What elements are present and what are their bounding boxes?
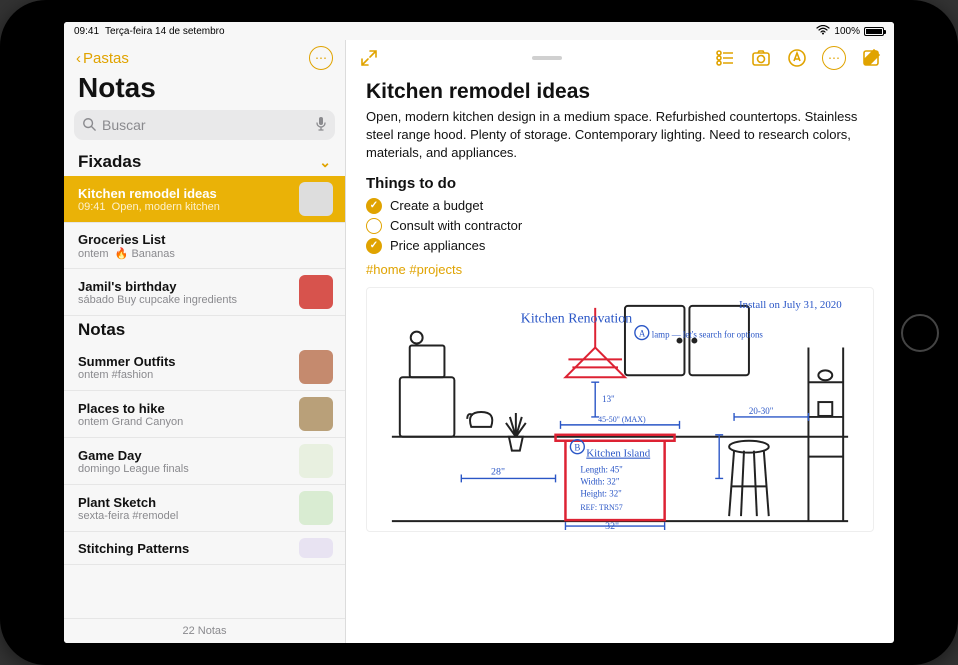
checklist-icon[interactable] (714, 47, 736, 69)
svg-text:Height: 32": Height: 32" (580, 488, 622, 498)
status-date: Terça-feira 14 de setembro (105, 26, 225, 37)
ellipsis-icon: ⋯ (315, 51, 327, 65)
list-item[interactable]: Stitching Patterns (64, 532, 345, 565)
battery-pct: 100% (834, 26, 860, 37)
item-sub: sábado Buy cupcake ingredients (78, 294, 291, 306)
svg-text:Width: 32": Width: 32" (580, 476, 620, 486)
svg-text:20-30": 20-30" (749, 406, 774, 416)
notes-list: Summer Outfitsontem #fashion Places to h… (64, 344, 345, 565)
list-item[interactable]: Places to hikeontem Grand Canyon (64, 391, 345, 438)
todo-label: Price appliances (390, 238, 485, 253)
item-thumb (299, 397, 333, 431)
status-time: 09:41 (74, 26, 99, 37)
list-item[interactable]: Jamil's birthday sábado Buy cupcake ingr… (64, 269, 345, 316)
item-thumb (299, 491, 333, 525)
note-content[interactable]: Kitchen remodel ideas Open, modern kitch… (346, 76, 894, 643)
svg-text:Length: 45": Length: 45" (580, 464, 623, 474)
checkbox-checked-icon[interactable] (366, 198, 382, 214)
item-sub: ontem 🔥 Bananas (78, 247, 333, 260)
svg-text:Kitchen Renovation: Kitchen Renovation (521, 311, 632, 326)
list-item[interactable]: Plant Sketchsexta-feira #remodel (64, 485, 345, 532)
list-item[interactable]: Summer Outfitsontem #fashion (64, 344, 345, 391)
svg-text:13": 13" (602, 394, 615, 404)
svg-text:REF: TRN57: REF: TRN57 (580, 503, 622, 512)
sidebar-footer: 22 Notas (64, 618, 345, 643)
item-title: Game Day (78, 448, 291, 463)
item-title: Stitching Patterns (78, 541, 291, 556)
chevron-left-icon: ‹ (76, 50, 81, 67)
item-title: Summer Outfits (78, 354, 291, 369)
list-item[interactable]: Game Daydomingo League finals (64, 438, 345, 485)
item-thumb (299, 275, 333, 309)
item-sub: ontem Grand Canyon (78, 416, 291, 428)
todo-label: Consult with contractor (390, 218, 522, 233)
search-placeholder: Buscar (102, 117, 146, 133)
chevron-down-icon: ⌄ (319, 154, 331, 171)
todo-label: Create a budget (390, 198, 483, 213)
section-pinned-header[interactable]: Fixadas ⌄ (64, 148, 345, 176)
more-options-button[interactable]: ⋯ (309, 46, 333, 70)
expand-icon[interactable] (358, 47, 380, 69)
ellipsis-icon: ⋯ (828, 51, 840, 65)
checkbox-checked-icon[interactable] (366, 238, 382, 254)
svg-text:A: A (639, 328, 646, 338)
item-sub: domingo League finals (78, 463, 291, 475)
svg-text:Kitchen Island: Kitchen Island (586, 447, 650, 459)
svg-text:32": 32" (605, 521, 619, 531)
item-title: Places to hike (78, 401, 291, 416)
search-icon (82, 117, 96, 134)
item-title: Plant Sketch (78, 495, 291, 510)
item-thumb (299, 444, 333, 478)
svg-text:lamp — let's search for option: lamp — let's search for options (652, 329, 764, 339)
svg-text:28": 28" (491, 466, 505, 477)
item-sub: 09:41 Open, modern kitchen (78, 201, 291, 213)
section-notes-header[interactable]: Notas (64, 316, 345, 344)
mic-icon[interactable] (315, 116, 327, 135)
compose-icon[interactable] (860, 47, 882, 69)
note-toolbar: ⋯ (346, 40, 894, 76)
section-notes-label: Notas (78, 320, 125, 340)
drag-handle-icon[interactable] (532, 56, 562, 60)
note-title: Kitchen remodel ideas (366, 80, 874, 104)
section-pinned-label: Fixadas (78, 152, 141, 172)
note-more-button[interactable]: ⋯ (822, 46, 846, 70)
item-title: Groceries List (78, 232, 333, 247)
back-button[interactable]: ‹ Pastas (76, 50, 129, 67)
battery-icon (864, 27, 884, 36)
item-thumb (299, 350, 333, 384)
todo-item[interactable]: Price appliances (366, 238, 874, 254)
item-title: Jamil's birthday (78, 279, 291, 294)
item-thumb (299, 182, 333, 216)
checkbox-empty-icon[interactable] (366, 218, 382, 234)
item-sub: ontem #fashion (78, 369, 291, 381)
note-subheading: Things to do (366, 175, 874, 192)
todo-item[interactable]: Consult with contractor (366, 218, 874, 234)
home-button[interactable] (901, 314, 939, 352)
pinned-list: Kitchen remodel ideas 09:41 Open, modern… (64, 176, 345, 316)
list-item[interactable]: Groceries List ontem 🔥 Bananas (64, 223, 345, 269)
item-title: Kitchen remodel ideas (78, 186, 291, 201)
note-sketch[interactable]: Kitchen Renovation Install on July 31, 2… (366, 287, 874, 532)
sidebar-title: Notas (64, 70, 345, 110)
note-tags[interactable]: #home #projects (366, 262, 874, 277)
item-thumb (299, 538, 333, 558)
list-item[interactable]: Kitchen remodel ideas 09:41 Open, modern… (64, 176, 345, 223)
note-body: Open, modern kitchen design in a medium … (366, 108, 874, 163)
sidebar: ‹ Pastas ⋯ Notas Buscar (64, 40, 346, 643)
back-label: Pastas (83, 50, 129, 67)
wifi-icon (816, 25, 830, 38)
markup-icon[interactable] (786, 47, 808, 69)
main-pane: ⋯ Kitchen remodel ideas Open, modern kit… (346, 40, 894, 643)
status-bar: 09:41 Terça-feira 14 de setembro 100% (64, 22, 894, 40)
svg-text:Install on July 31, 2020: Install on July 31, 2020 (739, 298, 842, 310)
todo-item[interactable]: Create a budget (366, 198, 874, 214)
svg-text:B: B (574, 442, 580, 452)
svg-text:45-50" (MAX): 45-50" (MAX) (598, 414, 646, 423)
camera-icon[interactable] (750, 47, 772, 69)
search-input[interactable]: Buscar (74, 110, 335, 140)
item-sub: sexta-feira #remodel (78, 510, 291, 522)
